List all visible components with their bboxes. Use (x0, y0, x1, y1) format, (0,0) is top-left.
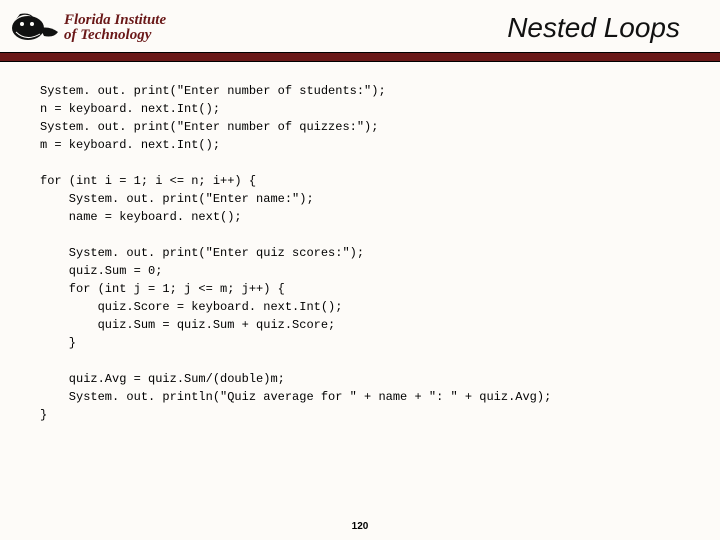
institution-name: Florida Institute of Technology (64, 13, 166, 43)
code-line: n = keyboard. next.Int(); (40, 102, 220, 116)
code-line: for (int j = 1; j <= m; j++) { (40, 282, 285, 296)
code-line: System. out. print("Enter name:"); (40, 192, 314, 206)
page-number: 120 (0, 521, 720, 532)
org-line-1: Florida Institute (64, 13, 166, 28)
code-line: quiz.Sum = 0; (40, 264, 162, 278)
code-line: } (40, 408, 47, 422)
code-line: System. out. print("Enter number of quiz… (40, 120, 378, 134)
code-line: quiz.Sum = quiz.Sum + quiz.Score; (40, 318, 335, 332)
panther-icon (10, 8, 60, 48)
header-divider (0, 52, 720, 62)
code-line: m = keyboard. next.Int(); (40, 138, 220, 152)
org-line-2: of Technology (64, 28, 166, 43)
institution-logo: Florida Institute of Technology (10, 8, 166, 48)
code-line: System. out. println("Quiz average for "… (40, 390, 551, 404)
code-line: System. out. print("Enter quiz scores:")… (40, 246, 364, 260)
slide-header: Florida Institute of Technology Nested L… (0, 0, 720, 52)
code-line: quiz.Score = keyboard. next.Int(); (40, 300, 342, 314)
code-line: } (40, 336, 76, 350)
code-block: System. out. print("Enter number of stud… (0, 62, 720, 424)
code-line: for (int i = 1; i <= n; i++) { (40, 174, 256, 188)
code-line: System. out. print("Enter number of stud… (40, 84, 386, 98)
code-line: quiz.Avg = quiz.Sum/(double)m; (40, 372, 285, 386)
slide-title: Nested Loops (507, 12, 700, 44)
code-line: name = keyboard. next(); (40, 210, 242, 224)
